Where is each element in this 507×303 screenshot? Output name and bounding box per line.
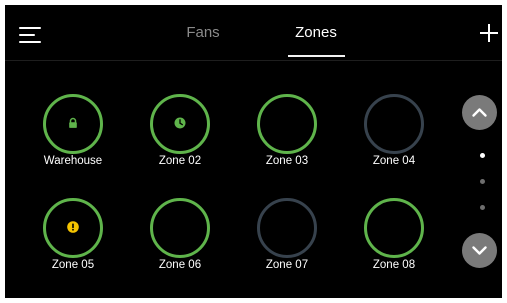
page-up-button[interactable] — [462, 95, 497, 130]
zone-tile-warehouse[interactable]: Warehouse — [30, 94, 116, 184]
hamburger-menu-icon[interactable] — [19, 24, 43, 44]
plus-icon[interactable] — [479, 23, 499, 43]
zone-label: Zone 03 — [265, 155, 309, 167]
app-screen: Fans Zones Warehouse Zone 02 Zone 03 Zon… — [5, 5, 502, 298]
zone-tile-07[interactable]: Zone 07 — [244, 198, 330, 288]
chevron-down-icon — [472, 246, 487, 255]
zone-status-ring — [257, 198, 317, 258]
zone-tile-08[interactable]: Zone 08 — [351, 198, 437, 288]
zone-tile-02[interactable]: Zone 02 — [137, 94, 223, 184]
zone-label: Zone 02 — [158, 155, 202, 167]
top-bar: Fans Zones — [5, 5, 502, 60]
chevron-up-icon — [472, 108, 487, 117]
zone-status-ring — [364, 198, 424, 258]
zone-tile-06[interactable]: Zone 06 — [137, 198, 223, 288]
zone-label: Zone 06 — [158, 259, 202, 271]
warning-icon — [67, 221, 79, 233]
zone-status-ring — [257, 94, 317, 154]
zone-tile-03[interactable]: Zone 03 — [244, 94, 330, 184]
zone-label: Zone 08 — [372, 259, 416, 271]
zone-label: Zone 07 — [265, 259, 309, 271]
zone-tile-05[interactable]: Zone 05 — [30, 198, 116, 288]
page-indicator-dot — [480, 179, 485, 184]
page-indicator-dot — [480, 205, 485, 210]
tab-fans[interactable]: Fans — [173, 5, 233, 60]
header-divider — [5, 60, 502, 61]
zone-tile-04[interactable]: Zone 04 — [351, 94, 437, 184]
zone-label: Zone 05 — [51, 259, 95, 271]
page-indicator-dot-active — [480, 153, 485, 158]
zone-status-ring — [150, 198, 210, 258]
zone-label: Warehouse — [43, 155, 103, 167]
clock-icon — [174, 117, 186, 129]
zone-label: Zone 04 — [372, 155, 416, 167]
page-down-button[interactable] — [462, 233, 497, 268]
lock-icon — [69, 117, 77, 128]
zone-status-ring — [364, 94, 424, 154]
active-tab-indicator — [288, 55, 345, 57]
tab-zones[interactable]: Zones — [286, 5, 346, 60]
